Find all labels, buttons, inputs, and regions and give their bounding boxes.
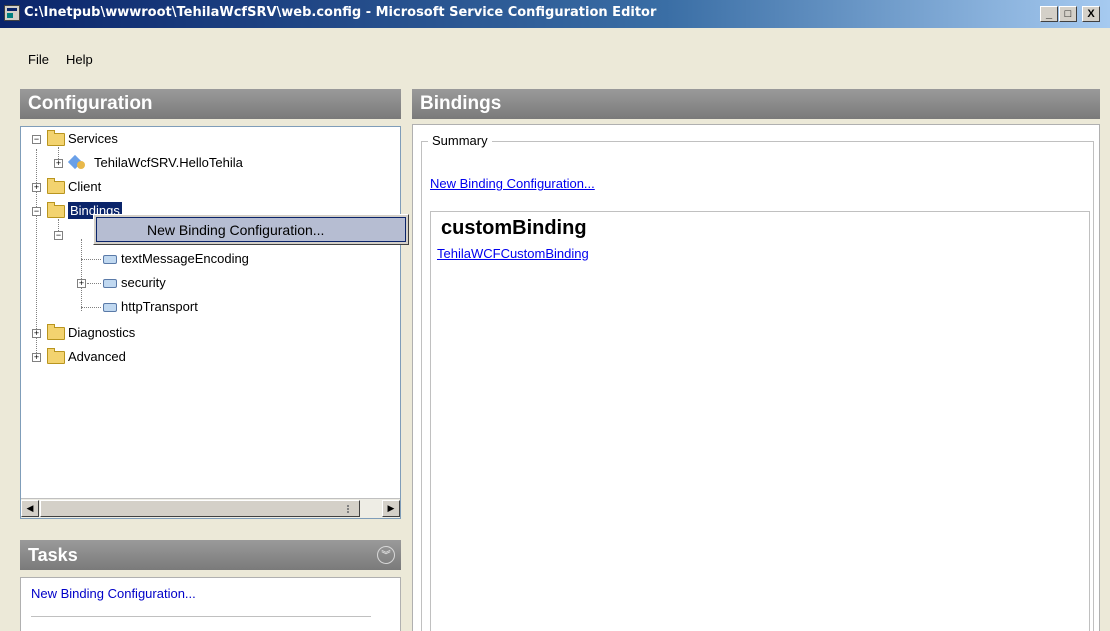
- menu-bar: File Help: [0, 44, 1110, 74]
- service-icon: [70, 155, 88, 171]
- collapse-icon[interactable]: −: [32, 207, 41, 216]
- tree-item-label: TehilaWcfSRV.HelloTehila: [94, 155, 243, 170]
- tree-item-label: security: [121, 275, 166, 290]
- expand-icon[interactable]: +: [54, 159, 63, 168]
- element-icon: [103, 255, 117, 264]
- context-menu: New Binding Configuration...: [93, 214, 409, 245]
- minimize-button[interactable]: _: [1040, 6, 1058, 22]
- configuration-tree[interactable]: − Services + TehilaWcfSRV.HelloTehila + …: [20, 126, 401, 519]
- collapse-tasks-icon[interactable]: ︾: [377, 546, 395, 564]
- scroll-left-button[interactable]: ◀: [21, 500, 39, 517]
- task-new-binding-link[interactable]: New Binding Configuration...: [31, 586, 196, 601]
- menu-file[interactable]: File: [28, 52, 49, 67]
- tree-line: [81, 259, 101, 260]
- tasks-header-label: Tasks: [28, 545, 78, 565]
- tasks-header: Tasks ︾: [20, 540, 401, 570]
- title-bar[interactable]: C:\Inetpub\wwwroot\TehilaWcfSRV\web.conf…: [0, 0, 1110, 28]
- app-icon: [4, 5, 20, 21]
- tree-line: [81, 307, 101, 308]
- tree-item-label: Services: [68, 131, 118, 146]
- element-icon: [103, 303, 117, 312]
- binding-item-link[interactable]: TehilaWCFCustomBinding: [437, 246, 589, 261]
- menu-help[interactable]: Help: [66, 52, 93, 67]
- tree-horizontal-scrollbar[interactable]: ◀ ▶: [21, 498, 400, 518]
- folder-icon: [47, 202, 65, 218]
- tree-item-label: Diagnostics: [68, 325, 136, 340]
- binding-type-heading: customBinding: [441, 217, 587, 239]
- tasks-panel: New Binding Configuration...: [20, 577, 401, 631]
- folder-icon: [47, 130, 65, 146]
- expand-icon[interactable]: +: [32, 183, 41, 192]
- collapse-icon[interactable]: −: [54, 231, 63, 240]
- element-icon: [103, 279, 117, 288]
- tree-item-label: httpTransport: [121, 299, 198, 314]
- summary-legend: Summary: [428, 133, 492, 148]
- summary-new-binding-link[interactable]: New Binding Configuration...: [430, 176, 595, 191]
- bindings-header: Bindings: [412, 89, 1100, 119]
- maximize-button[interactable]: □: [1059, 6, 1077, 22]
- tree-line: [81, 239, 82, 311]
- expand-icon[interactable]: +: [32, 353, 41, 362]
- binding-list: customBinding TehilaWCFCustomBinding: [430, 211, 1090, 631]
- window-title: C:\Inetpub\wwwroot\TehilaWcfSRV\web.conf…: [24, 5, 657, 20]
- tree-item-label: Advanced: [68, 349, 126, 364]
- scroll-thumb[interactable]: [40, 500, 360, 517]
- tree-item-label: Client: [68, 179, 102, 194]
- task-separator: [31, 616, 371, 617]
- collapse-icon[interactable]: −: [32, 135, 41, 144]
- tree-line: [87, 283, 101, 284]
- expand-icon[interactable]: +: [77, 279, 86, 288]
- folder-icon: [47, 178, 65, 194]
- tree-item-label: textMessageEncoding: [121, 251, 249, 266]
- close-button[interactable]: X: [1082, 6, 1100, 22]
- scroll-right-button[interactable]: ▶: [382, 500, 400, 517]
- context-menu-new-binding[interactable]: New Binding Configuration...: [96, 217, 406, 242]
- expand-icon[interactable]: +: [32, 329, 41, 338]
- folder-icon: [47, 348, 65, 364]
- configuration-header: Configuration: [20, 89, 401, 119]
- folder-icon: [47, 324, 65, 340]
